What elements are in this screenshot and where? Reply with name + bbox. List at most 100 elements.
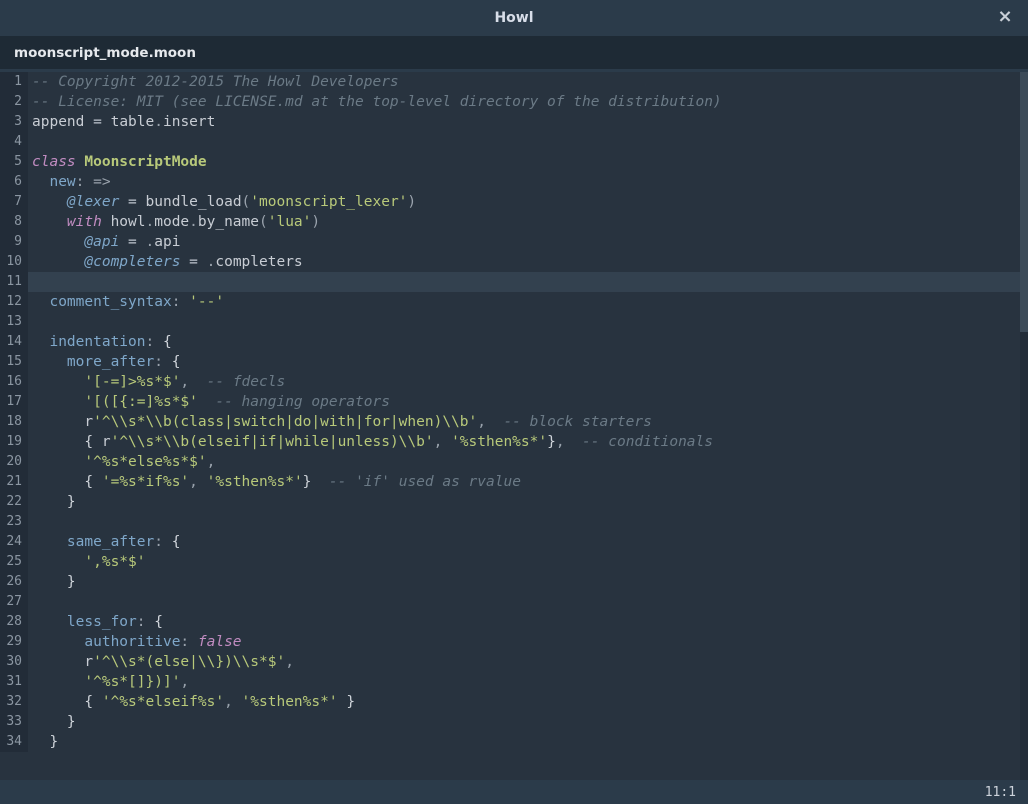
line-number: 20 xyxy=(0,452,28,472)
line-number: 1 xyxy=(0,72,28,92)
ident: table xyxy=(111,114,155,130)
comment: -- Copyright 2012-2015 The Howl Develope… xyxy=(32,74,399,90)
string: '^\\s*\\b(elseif|if|while|unless)\\b' xyxy=(111,434,434,450)
comment: -- hanging operators xyxy=(215,394,390,410)
class-name: MoonscriptMode xyxy=(84,154,206,170)
string: '^%s*[]})]' xyxy=(84,674,180,690)
code-line[interactable]: 21 { '=%s*if%s', '%sthen%s*'} -- 'if' us… xyxy=(0,472,1028,492)
code-line[interactable]: 4 xyxy=(0,132,1028,152)
line-number: 8 xyxy=(0,212,28,232)
code-line[interactable]: 3 append = table.insert xyxy=(0,112,1028,132)
string: '^\\s*\\b(class|switch|do|with|for|when)… xyxy=(93,414,477,430)
code-line[interactable]: 28 less_for: { xyxy=(0,612,1028,632)
string: '%sthen%s*' xyxy=(242,694,338,710)
code-line[interactable]: 16 '[-=]>%s*$', -- fdecls xyxy=(0,372,1028,392)
code-line[interactable]: 18 r'^\\s*\\b(class|switch|do|with|for|w… xyxy=(0,412,1028,432)
editor[interactable]: 1 -- Copyright 2012-2015 The Howl Develo… xyxy=(0,72,1028,780)
titlebar: Howl × xyxy=(0,0,1028,36)
code-line[interactable]: 8 with howl.mode.by_name('lua') xyxy=(0,212,1028,232)
code-line[interactable]: 7 @lexer = bundle_load('moonscript_lexer… xyxy=(0,192,1028,212)
line-number: 7 xyxy=(0,192,28,212)
field: indentation xyxy=(49,334,145,350)
line-number: 25 xyxy=(0,552,28,572)
scrollbar-thumb[interactable] xyxy=(1020,72,1028,332)
code-line[interactable]: 23 xyxy=(0,512,1028,532)
string: 'moonscript_lexer' xyxy=(250,194,407,210)
code-line[interactable]: 14 indentation: { xyxy=(0,332,1028,352)
window-title: Howl xyxy=(494,10,533,26)
string: 'lua' xyxy=(268,214,312,230)
code-line[interactable]: 27 xyxy=(0,592,1028,612)
field: new xyxy=(49,174,75,190)
code-line[interactable]: 24 same_after: { xyxy=(0,532,1028,552)
string: '%sthen%s*' xyxy=(207,474,303,490)
line-number: 27 xyxy=(0,592,28,612)
code-line[interactable]: 19 { r'^\\s*\\b(elseif|if|while|unless)\… xyxy=(0,432,1028,452)
line-number: 12 xyxy=(0,292,28,312)
string: ',%s*$' xyxy=(84,554,145,570)
line-number: 24 xyxy=(0,532,28,552)
line-number: 4 xyxy=(0,132,28,152)
code-line[interactable]: 34 } xyxy=(0,732,1028,752)
line-number: 16 xyxy=(0,372,28,392)
code-line[interactable]: 12 comment_syntax: '--' xyxy=(0,292,1028,312)
code-line[interactable]: 17 '[([{:=]%s*$' -- hanging operators xyxy=(0,392,1028,412)
line-number: 23 xyxy=(0,512,28,532)
line-number: 30 xyxy=(0,652,28,672)
string: '=%s*if%s' xyxy=(102,474,189,490)
code-line[interactable]: 9 @api = .api xyxy=(0,232,1028,252)
ident: insert xyxy=(163,114,215,130)
self-attr: @api xyxy=(84,234,119,250)
code-line[interactable]: 25 ',%s*$' xyxy=(0,552,1028,572)
self-attr: @completers xyxy=(84,254,180,270)
tab-filename[interactable]: moonscript_mode.moon xyxy=(14,43,196,63)
code-line[interactable]: 5 class MoonscriptMode xyxy=(0,152,1028,172)
cursor-position: 11:1 xyxy=(985,785,1016,800)
line-number: 26 xyxy=(0,572,28,592)
field: more_after xyxy=(67,354,154,370)
code-line-current[interactable]: 11 xyxy=(0,272,1028,292)
keyword: class xyxy=(32,154,76,170)
code-line[interactable]: 30 r'^\\s*(else|\\})\\s*$', xyxy=(0,652,1028,672)
tabbar: moonscript_mode.moon xyxy=(0,36,1028,72)
code-line[interactable]: 29 authoritive: false xyxy=(0,632,1028,652)
line-number: 18 xyxy=(0,412,28,432)
line-number: 14 xyxy=(0,332,28,352)
ident: bundle_load xyxy=(146,194,242,210)
line-number: 33 xyxy=(0,712,28,732)
code-line[interactable]: 15 more_after: { xyxy=(0,352,1028,372)
line-number: 21 xyxy=(0,472,28,492)
close-icon[interactable]: × xyxy=(996,8,1014,26)
line-number: 34 xyxy=(0,732,28,752)
comment: -- fdecls xyxy=(207,374,286,390)
code-line[interactable]: 6 new: => xyxy=(0,172,1028,192)
line-number: 15 xyxy=(0,352,28,372)
code-line[interactable]: 26 } xyxy=(0,572,1028,592)
line-number: 32 xyxy=(0,692,28,712)
string: '--' xyxy=(189,294,224,310)
field: authoritive xyxy=(84,634,180,650)
code-line[interactable]: 13 xyxy=(0,312,1028,332)
line-number: 5 xyxy=(0,152,28,172)
line-number: 9 xyxy=(0,232,28,252)
string: '^\\s*(else|\\})\\s*$' xyxy=(93,654,285,670)
string: '^%s*elseif%s' xyxy=(102,694,224,710)
code-line[interactable]: 2 -- License: MIT (see LICENSE.md at the… xyxy=(0,92,1028,112)
string: '^%s*else%s*$' xyxy=(84,454,206,470)
string: '%sthen%s*' xyxy=(451,434,547,450)
line-number: 31 xyxy=(0,672,28,692)
code-line[interactable]: 33 } xyxy=(0,712,1028,732)
ident: append xyxy=(32,114,84,130)
code-line[interactable]: 22 } xyxy=(0,492,1028,512)
field: comment_syntax xyxy=(49,294,171,310)
line-number: 19 xyxy=(0,432,28,452)
scrollbar-vertical[interactable] xyxy=(1020,72,1028,780)
comment: -- License: MIT (see LICENSE.md at the t… xyxy=(32,94,722,110)
keyword: with xyxy=(67,214,102,230)
code-line[interactable]: 31 '^%s*[]})]', xyxy=(0,672,1028,692)
code-line[interactable]: 32 { '^%s*elseif%s', '%sthen%s*' } xyxy=(0,692,1028,712)
code-line[interactable]: 10 @completers = .completers xyxy=(0,252,1028,272)
code-line[interactable]: 1 -- Copyright 2012-2015 The Howl Develo… xyxy=(0,72,1028,92)
comment: -- block starters xyxy=(503,414,651,430)
code-line[interactable]: 20 '^%s*else%s*$', xyxy=(0,452,1028,472)
